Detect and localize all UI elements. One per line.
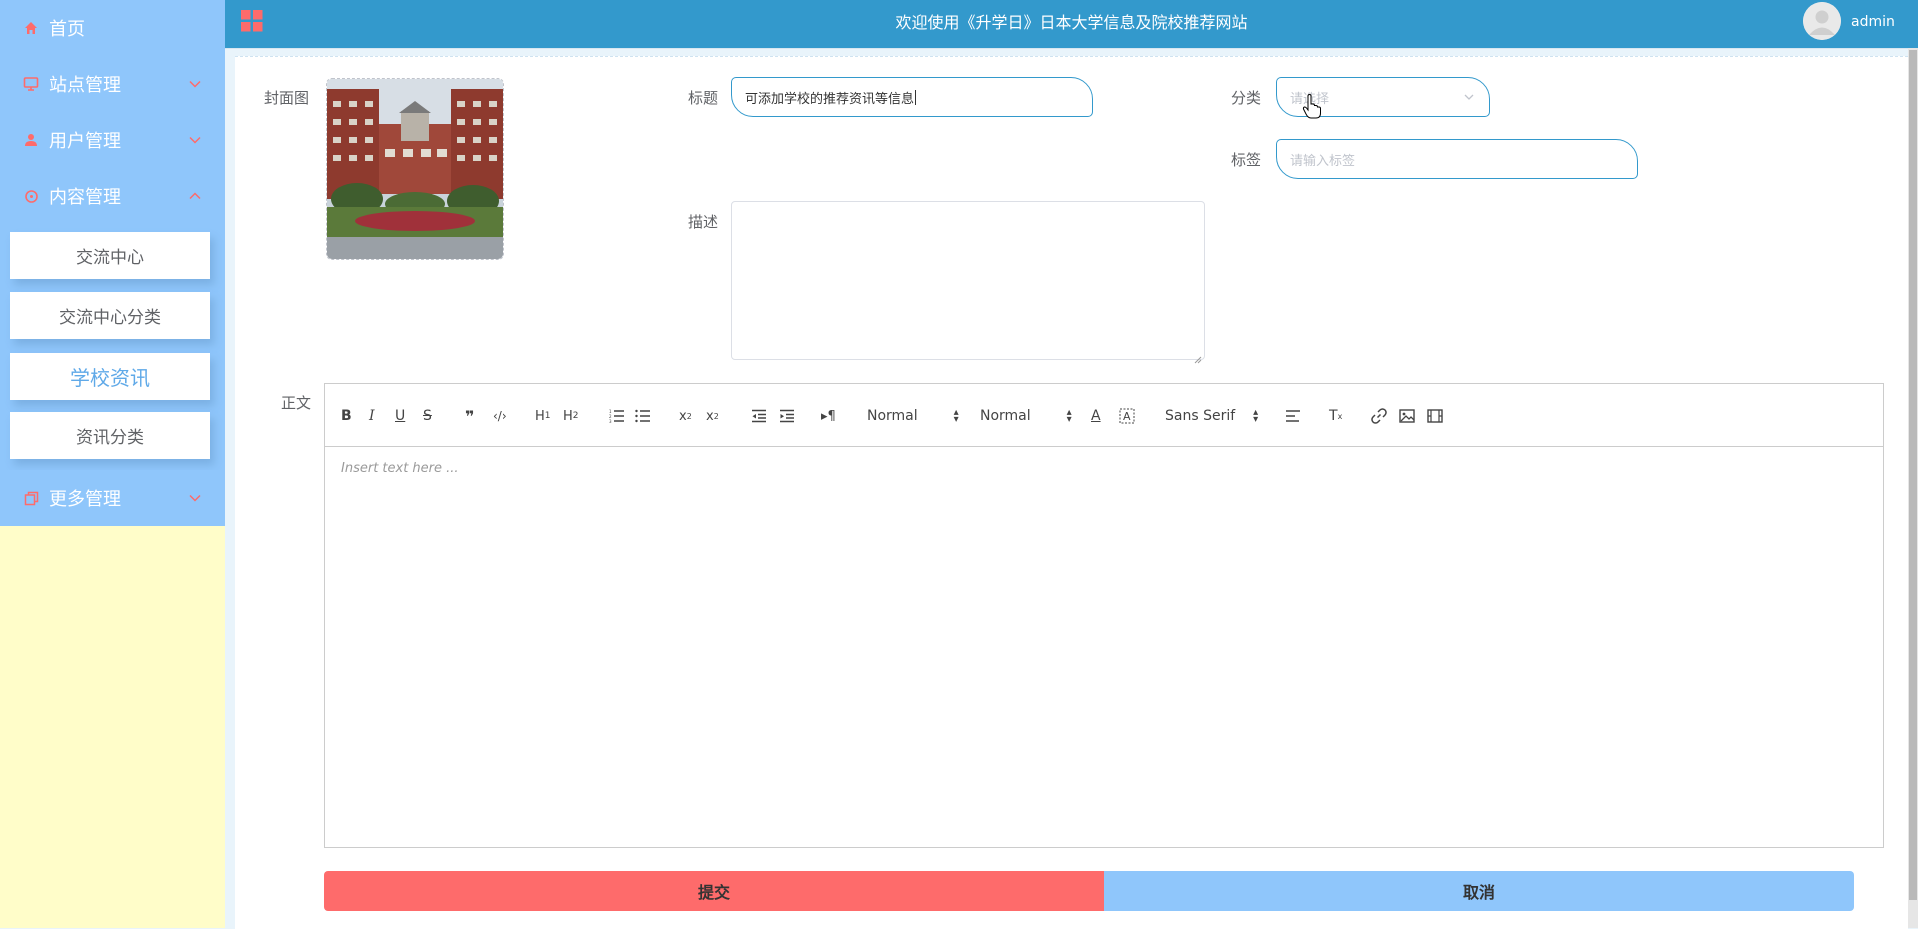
align-icon[interactable]	[1285, 406, 1301, 426]
category-label: 分类	[1231, 89, 1262, 107]
site-title: 欢迎使用《升学日》日本大学信息及院校推荐网站	[895, 13, 1248, 32]
ordered-list-icon[interactable]: 123	[609, 406, 625, 426]
sidebar-item-label: 站点管理	[49, 75, 121, 96]
indent-icon[interactable]	[779, 406, 795, 426]
description-textarea[interactable]	[731, 201, 1205, 364]
chevron-down-icon	[187, 132, 203, 148]
link-icon[interactable]	[1371, 406, 1387, 426]
editor-content[interactable]: Insert text here ...	[324, 447, 1884, 848]
strike-icon[interactable]: S	[423, 406, 432, 426]
sidebar-item-label: 首页	[49, 19, 85, 40]
chevron-down-icon	[1463, 91, 1475, 107]
sidebar-item-label: 更多管理	[49, 489, 121, 510]
size-select[interactable]: Normal ▴ ▾	[980, 406, 1072, 426]
text-color-icon[interactable]: A	[1091, 406, 1101, 426]
editor-toolbar: B I U S ❞ ‹/› H1 H2 123 x2 x2 ▸¶ Normal …	[324, 383, 1884, 447]
sidebar-item-home[interactable]: 首页	[0, 0, 225, 56]
monitor-icon	[22, 75, 40, 93]
top-header: 欢迎使用《升学日》日本大学信息及院校推荐网站 admin	[225, 0, 1918, 49]
submenu-item-exchange-category[interactable]: 交流中心分类	[10, 292, 210, 339]
sidebar-item-user-management[interactable]: 用户管理	[0, 112, 225, 168]
submit-button[interactable]: 提交	[324, 871, 1104, 911]
submenu-item-exchange-center[interactable]: 交流中心	[10, 232, 210, 279]
italic-icon[interactable]: I	[369, 406, 375, 426]
sidebar-item-more-management[interactable]: 更多管理	[0, 470, 225, 526]
outdent-icon[interactable]	[751, 406, 767, 426]
chevron-up-icon	[187, 188, 203, 204]
heading2-icon[interactable]: H2	[563, 406, 579, 426]
subscript-icon[interactable]: x2	[679, 406, 692, 426]
select-arrows-icon: ▴ ▾	[1253, 407, 1259, 425]
text-caret	[915, 89, 917, 105]
cancel-button[interactable]: 取消	[1104, 871, 1854, 911]
sidebar-item-label: 用户管理	[49, 131, 121, 152]
background-color-icon[interactable]: A	[1119, 406, 1135, 426]
resize-grip-icon[interactable]	[1194, 349, 1202, 364]
bold-icon[interactable]: B	[341, 406, 352, 426]
size-select-value: Normal	[980, 408, 1031, 424]
home-icon	[22, 19, 40, 37]
cover-image-upload[interactable]	[326, 78, 504, 260]
svg-text:A: A	[1123, 410, 1131, 423]
chevron-down-icon	[187, 76, 203, 92]
hand-cursor-icon	[1302, 93, 1322, 120]
code-block-icon[interactable]: ‹/›	[493, 406, 507, 426]
heading1-icon[interactable]: H1	[535, 406, 551, 426]
body-label: 正文	[281, 394, 312, 412]
user-icon	[22, 131, 40, 149]
scrollbar[interactable]	[1908, 48, 1918, 928]
text-direction-icon[interactable]: ▸¶	[821, 406, 836, 426]
bullet-list-icon[interactable]	[635, 406, 651, 426]
video-icon[interactable]	[1427, 406, 1443, 426]
blockquote-icon[interactable]: ❞	[465, 406, 474, 426]
sidebar: 首页 站点管理 用户管理 内容管理 交流中心 交流中心分类 学校资讯 资讯分类	[0, 0, 225, 928]
editor-placeholder: Insert text here ...	[341, 461, 459, 476]
clear-format-icon[interactable]: Tx	[1329, 406, 1342, 426]
image-icon[interactable]	[1399, 406, 1415, 426]
select-arrows-icon: ▴ ▾	[953, 407, 959, 425]
copy-icon	[22, 489, 40, 507]
title-input[interactable]: 可添加学校的推荐资讯等信息	[731, 77, 1093, 117]
underline-icon[interactable]: U	[395, 406, 405, 426]
font-select-value: Sans Serif	[1165, 408, 1236, 424]
select-arrows-icon: ▴ ▾	[1066, 407, 1072, 425]
sidebar-item-content-management[interactable]: 内容管理	[0, 168, 225, 224]
avatar[interactable]	[1803, 2, 1841, 40]
title-input-value: 可添加学校的推荐资讯等信息	[745, 91, 915, 107]
font-select[interactable]: Sans Serif ▴ ▾	[1165, 406, 1258, 426]
chat-icon	[22, 187, 40, 205]
sidebar-item-label: 内容管理	[49, 187, 121, 208]
submenu-item-news-category[interactable]: 资讯分类	[10, 412, 210, 459]
tag-label: 标签	[1231, 151, 1262, 169]
username[interactable]: admin	[1851, 14, 1895, 30]
description-label: 描述	[688, 213, 719, 231]
tag-placeholder: 请输入标签	[1290, 153, 1356, 169]
sidebar-item-site-management[interactable]: 站点管理	[0, 56, 225, 112]
scrollbar-thumb[interactable]	[1909, 50, 1917, 900]
cover-label: 封面图	[264, 89, 310, 107]
svg-text:3: 3	[609, 419, 612, 423]
tag-input[interactable]: 请输入标签	[1276, 139, 1638, 179]
header-select[interactable]: Normal ▴ ▾	[867, 406, 959, 426]
header-select-value: Normal	[867, 408, 918, 424]
submenu-item-school-news[interactable]: 学校资讯	[10, 353, 210, 400]
title-label: 标题	[688, 89, 719, 107]
chevron-down-icon	[187, 490, 203, 506]
superscript-icon[interactable]: x2	[706, 406, 719, 426]
